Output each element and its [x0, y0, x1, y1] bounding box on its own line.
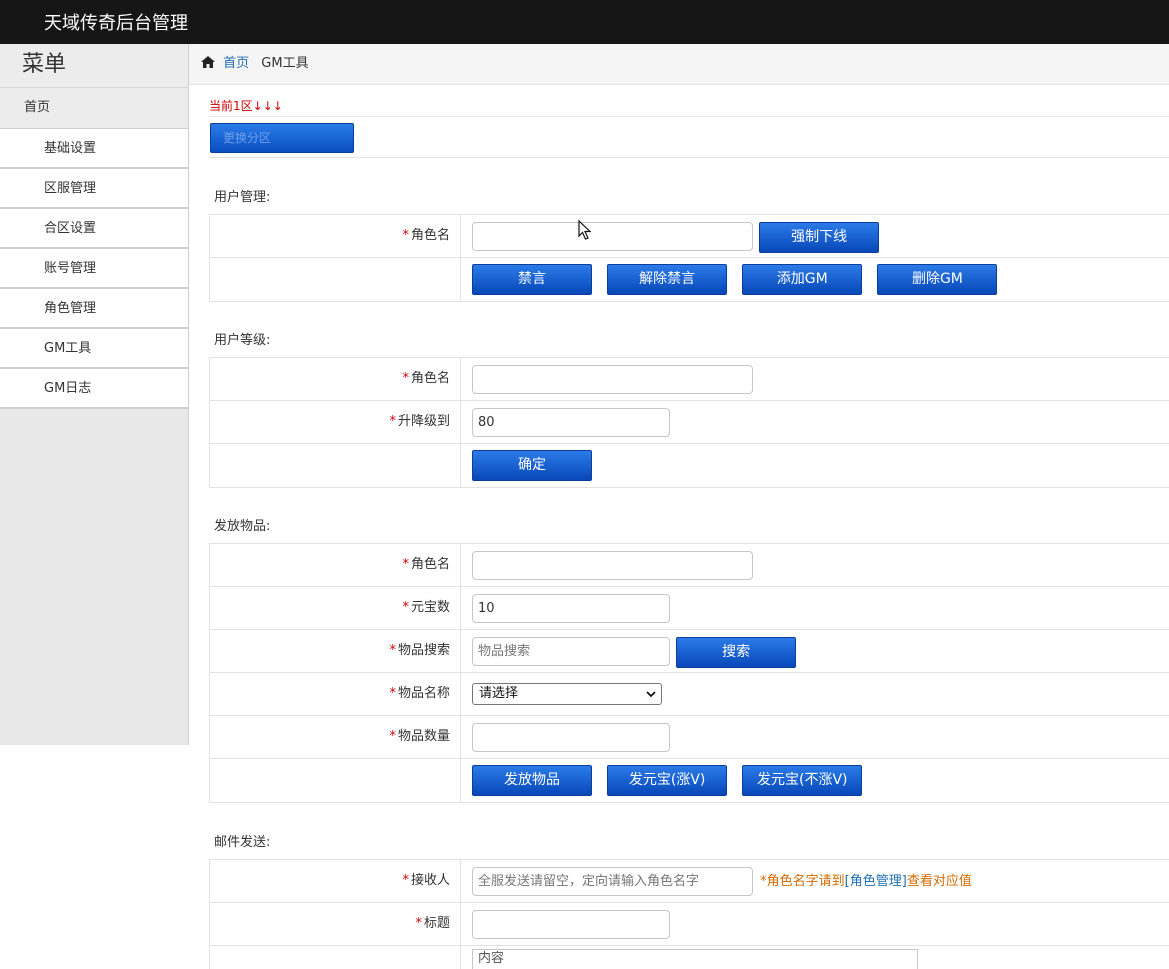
current-zone-text: 当前1区↓↓↓	[209, 99, 283, 113]
item-search-input[interactable]	[472, 637, 670, 666]
sidebar-item-basic-settings[interactable]: 基础设置	[0, 129, 188, 169]
field-label	[210, 258, 461, 301]
receiver-hint: *角色名字请到[角色管理]查看对应值	[760, 874, 972, 889]
sidebar-item-gm-tools[interactable]: GM工具	[0, 329, 188, 369]
unmute-button[interactable]: 解除禁言	[607, 264, 728, 295]
form-row: *物品搜索 搜索	[210, 630, 1169, 673]
user-manage-form: * 角色名 强制下线 禁言 解除禁言 添加GM 删除GM	[209, 214, 1169, 302]
mail-content-textarea[interactable]: 内容	[472, 949, 918, 969]
field-label: * 物品名称	[210, 673, 461, 715]
form-row: * 标题	[210, 903, 1169, 946]
switch-zone-button[interactable]: 更换分区	[210, 123, 354, 153]
mute-button[interactable]: 禁言	[472, 264, 592, 295]
section-title-user-manage: 用户管理:	[214, 190, 271, 205]
divider	[209, 157, 1169, 158]
section-title-give-items: 发放物品:	[214, 519, 271, 534]
items-role-name-input[interactable]	[472, 551, 753, 580]
form-row: 禁言 解除禁言 添加GM 删除GM	[210, 258, 1169, 301]
form-row: 内容	[210, 946, 1169, 969]
divider	[209, 116, 1169, 117]
field-label: * 物品数量	[210, 716, 461, 758]
section-title-mail: 邮件发送:	[214, 835, 271, 850]
form-row: * 物品数量	[210, 716, 1169, 759]
item-name-selected: 请选择	[479, 686, 519, 701]
yuanbao-amount-input[interactable]	[472, 594, 670, 623]
form-row: *接收人 *角色名字请到[角色管理]查看对应值	[210, 860, 1169, 903]
confirm-level-button[interactable]: 确定	[472, 450, 592, 481]
home-icon	[201, 56, 215, 68]
form-row: * 角色名	[210, 358, 1169, 401]
field-label: * 物品搜索	[210, 630, 461, 672]
field-label	[210, 444, 461, 487]
sidebar-item-gm-log[interactable]: GM日志	[0, 369, 188, 409]
form-row: * 角色名	[210, 544, 1169, 587]
item-search-button[interactable]: 搜索	[676, 637, 797, 668]
form-row: 发放物品 发元宝(涨V) 发元宝(不涨V)	[210, 759, 1169, 802]
add-gm-button[interactable]: 添加GM	[742, 264, 863, 295]
form-row: 确定	[210, 444, 1169, 487]
breadcrumb: 首页 GM工具	[189, 44, 1169, 85]
give-items-form: *角色名 *元宝数 *物品搜索 搜索 *物品名称 请选择	[209, 543, 1169, 803]
top-bar: 天域传奇后台管理	[0, 0, 1169, 44]
field-label: * 角色名	[210, 544, 461, 586]
breadcrumb-home-link[interactable]: 首页	[223, 56, 249, 71]
field-label: * 标题	[210, 903, 461, 945]
sidebar-item-role-manage[interactable]: 角色管理	[0, 289, 188, 329]
field-label	[210, 759, 461, 802]
role-name-input[interactable]	[472, 222, 753, 251]
form-row: * 升降级到	[210, 401, 1169, 444]
field-label: * 角色名	[210, 215, 461, 257]
breadcrumb-current: GM工具	[261, 56, 309, 71]
give-yuanbao-novip-button[interactable]: 发元宝(不涨V)	[742, 765, 863, 796]
form-row: * 物品名称 请选择	[210, 673, 1169, 716]
level-role-name-input[interactable]	[472, 365, 753, 394]
field-label: * 元宝数	[210, 587, 461, 629]
form-row: * 角色名 强制下线	[210, 215, 1169, 258]
mail-form: *接收人 *角色名字请到[角色管理]查看对应值 *标题 内容	[209, 859, 1169, 969]
item-name-select[interactable]: 请选择	[472, 683, 662, 705]
sidebar-item-account-manage[interactable]: 账号管理	[0, 249, 188, 289]
sidebar: 菜单 首页 基础设置 区服管理 合区设置 账号管理 角色管理 GM工具 GM日志	[0, 44, 189, 745]
sidebar-item-server-manage[interactable]: 区服管理	[0, 169, 188, 209]
role-manage-link[interactable]: [角色管理]	[845, 874, 907, 889]
give-yuanbao-vip-button[interactable]: 发元宝(涨V)	[607, 765, 728, 796]
field-label: * 升降级到	[210, 401, 461, 443]
form-row: * 元宝数	[210, 587, 1169, 630]
sidebar-menu-title: 菜单	[0, 44, 188, 88]
mouse-cursor-icon	[578, 220, 592, 240]
item-count-input[interactable]	[472, 723, 670, 752]
chevron-down-icon	[646, 691, 656, 698]
user-level-form: *角色名 *升降级到 确定	[209, 357, 1169, 488]
delete-gm-button[interactable]: 删除GM	[877, 264, 998, 295]
field-label: * 角色名	[210, 358, 461, 400]
field-label	[210, 946, 461, 969]
field-label: * 接收人	[210, 860, 461, 902]
mail-subject-input[interactable]	[472, 910, 670, 939]
app-title: 天域传奇后台管理	[44, 13, 188, 34]
force-offline-button[interactable]: 强制下线	[759, 222, 880, 253]
give-items-button[interactable]: 发放物品	[472, 765, 592, 796]
target-level-input[interactable]	[472, 408, 670, 437]
sidebar-item-home[interactable]: 首页	[0, 88, 188, 129]
sidebar-item-merge-settings[interactable]: 合区设置	[0, 209, 188, 249]
section-title-user-level: 用户等级:	[214, 333, 271, 348]
mail-receiver-input[interactable]	[472, 867, 753, 896]
